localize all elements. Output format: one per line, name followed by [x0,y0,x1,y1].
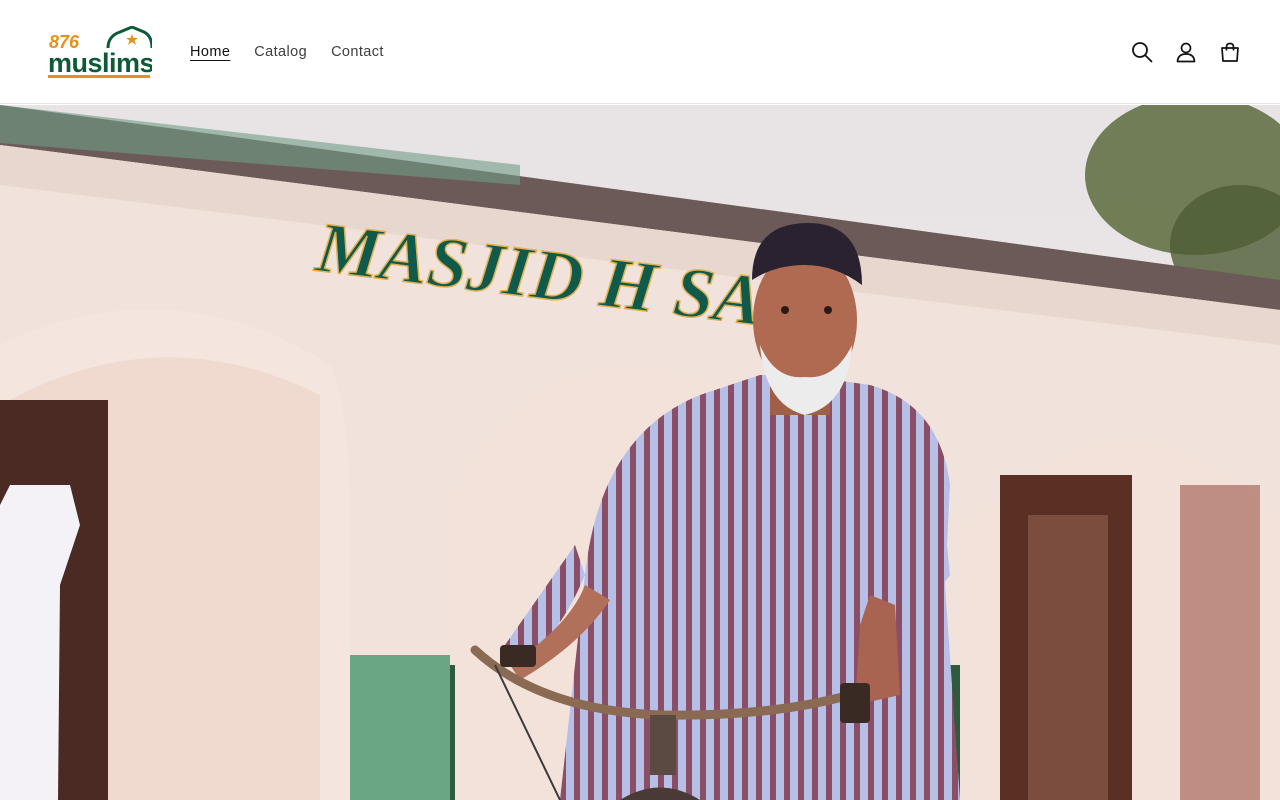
search-icon [1132,42,1153,63]
nav-catalog[interactable]: Catalog [242,44,319,60]
mosque-dome-shape [106,25,154,49]
account-icon [1176,42,1196,63]
cart-icon [1221,42,1239,62]
logo-graphic: 876 muslims [48,22,155,78]
hero-banner: MASJID H SAIN [0,105,1280,800]
account-button[interactable] [1164,30,1208,74]
pillar-green [350,655,450,800]
header-icons [1120,30,1252,74]
hero-image: MASJID H SAIN [0,105,1280,800]
bike-stem [650,715,676,775]
logo-underline [48,75,150,78]
nav-home[interactable]: Home [178,44,242,60]
star-icon [126,34,138,45]
cart-button[interactable] [1208,30,1252,74]
logo-wordmark: muslims [48,48,152,78]
main-nav: Home Catalog Contact [178,40,396,64]
search-button[interactable] [1120,30,1164,74]
nav-contact[interactable]: Contact [319,44,396,60]
site-header: 876 muslims Home Catalog Contact [0,0,1280,104]
site-logo[interactable]: 876 muslims [48,22,155,78]
